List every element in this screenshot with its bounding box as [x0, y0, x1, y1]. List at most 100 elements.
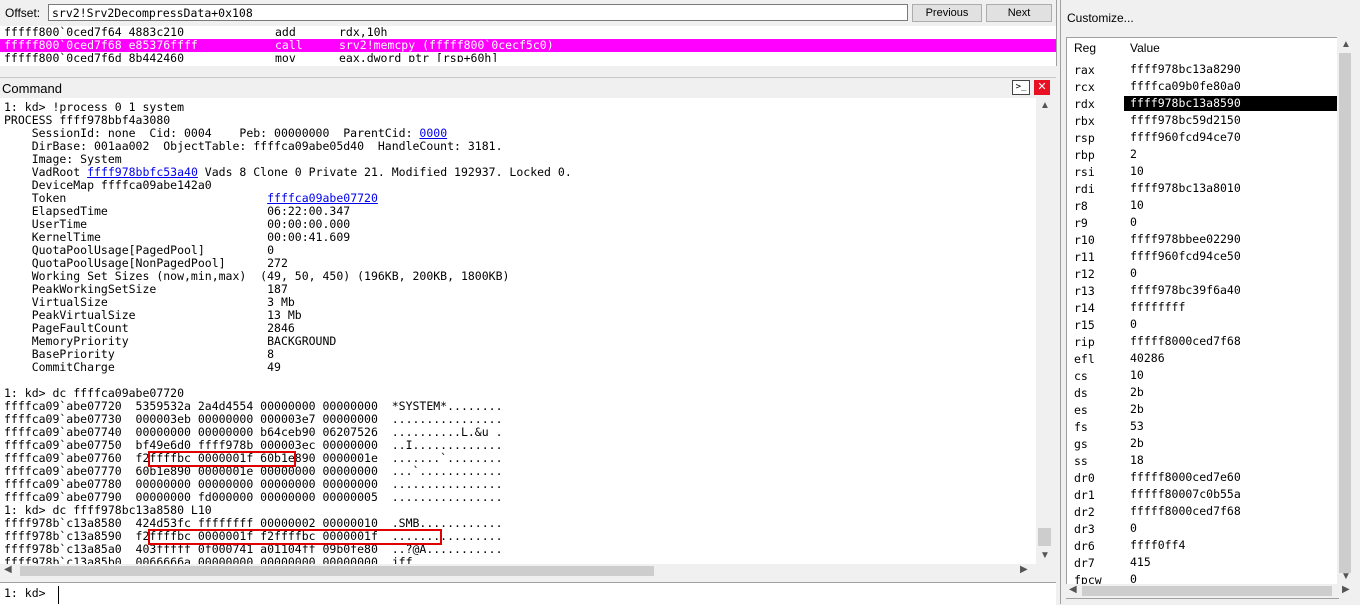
- register-row-dr0[interactable]: dr0 fffff8000ced7e60: [1067, 469, 1338, 486]
- register-row-rdi[interactable]: rdi ffff978bc13a8010: [1067, 180, 1338, 197]
- next-button[interactable]: Next: [986, 4, 1052, 22]
- scroll-down-icon[interactable]: ▼: [1040, 550, 1050, 561]
- scroll-thumb[interactable]: [20, 566, 654, 576]
- scroll-left-icon[interactable]: ◀: [1069, 584, 1077, 595]
- register-row-rcx[interactable]: rcx ffffca09b0fe80a0: [1067, 78, 1338, 95]
- register-row-rsp[interactable]: rsp ffff960fcd94ce70: [1067, 129, 1338, 146]
- registers-rows: rax ffff978bc13a8290 rcx ffffca09b0fe80a0 rd…: [1067, 61, 1338, 588]
- register-row-r11[interactable]: r11 ffff960fcd94ce50: [1067, 248, 1338, 265]
- register-row-rax[interactable]: rax ffff978bc13a8290: [1067, 61, 1338, 78]
- dml-link[interactable]: ffffca09abe07720: [267, 191, 378, 205]
- register-row-rdx[interactable]: rdx ffff978bc13a8590: [1067, 95, 1338, 112]
- register-value[interactable]: 10: [1124, 368, 1338, 383]
- scroll-down-icon[interactable]: ▼: [1341, 571, 1351, 582]
- register-value[interactable]: 53: [1124, 419, 1338, 434]
- register-value[interactable]: fffff8000ced7f68: [1124, 334, 1338, 349]
- instruction-mnemonic: mov: [275, 51, 296, 63]
- column-header-value[interactable]: Value: [1130, 41, 1160, 55]
- register-value[interactable]: fffff80007c0b55a: [1124, 487, 1338, 502]
- register-row-es[interactable]: es 2b: [1067, 401, 1338, 418]
- scroll-up-icon[interactable]: ▲: [1040, 100, 1050, 111]
- register-row-rsi[interactable]: rsi 10: [1067, 163, 1338, 180]
- command-window-icon[interactable]: >_: [1012, 80, 1030, 95]
- register-row-fs[interactable]: fs 53: [1067, 418, 1338, 435]
- register-row-dr2[interactable]: dr2 fffff8000ced7f68: [1067, 503, 1338, 520]
- register-value[interactable]: ffff960fcd94ce50: [1124, 249, 1338, 264]
- register-value[interactable]: 10: [1124, 198, 1338, 213]
- scroll-up-icon[interactable]: ▲: [1341, 39, 1351, 50]
- register-name: rip: [1074, 335, 1095, 349]
- dml-link[interactable]: ffff978bbfc53a40: [87, 165, 198, 179]
- register-value[interactable]: 2b: [1124, 436, 1338, 451]
- register-row-r9[interactable]: r9 0: [1067, 214, 1338, 231]
- register-row-r13[interactable]: r13 ffff978bc39f6a40: [1067, 282, 1338, 299]
- register-name: cs: [1074, 369, 1088, 383]
- register-row-r14[interactable]: r14 ffffffff: [1067, 299, 1338, 316]
- register-name: r13: [1074, 284, 1095, 298]
- scroll-thumb[interactable]: [1339, 53, 1351, 573]
- register-value[interactable]: 18: [1124, 453, 1338, 468]
- register-value[interactable]: ffffffff: [1124, 300, 1338, 315]
- register-row-r8[interactable]: r8 10: [1067, 197, 1338, 214]
- scroll-left-icon[interactable]: ◀: [4, 564, 12, 575]
- dml-link[interactable]: 0000: [419, 126, 447, 140]
- register-row-gs[interactable]: gs 2b: [1067, 435, 1338, 452]
- register-value[interactable]: 10: [1124, 164, 1338, 179]
- scroll-right-icon[interactable]: ▶: [1020, 564, 1028, 575]
- register-name: r11: [1074, 250, 1095, 264]
- register-name: ds: [1074, 386, 1088, 400]
- register-value[interactable]: ffff960fcd94ce70: [1124, 130, 1338, 145]
- register-value[interactable]: 0: [1124, 521, 1338, 536]
- register-value[interactable]: fffff8000ced7f68: [1124, 504, 1338, 519]
- register-value[interactable]: 0: [1124, 266, 1338, 281]
- register-row-ss[interactable]: ss 18: [1067, 452, 1338, 469]
- register-value[interactable]: 415: [1124, 555, 1338, 570]
- registers-vertical-scrollbar[interactable]: ▲ ▼: [1337, 37, 1354, 584]
- register-value[interactable]: 0: [1124, 215, 1338, 230]
- register-value[interactable]: ffffca09b0fe80a0: [1124, 79, 1338, 94]
- register-row-r12[interactable]: r12 0: [1067, 265, 1338, 282]
- register-value[interactable]: ffff978bc13a8010: [1124, 181, 1338, 196]
- register-row-dr1[interactable]: dr1 fffff80007c0b55a: [1067, 486, 1338, 503]
- scroll-thumb[interactable]: [1082, 586, 1332, 596]
- register-row-rip[interactable]: rip fffff8000ced7f68: [1067, 333, 1338, 350]
- command-prompt-bar: 1: kd>: [0, 582, 1056, 605]
- register-value[interactable]: 2b: [1124, 402, 1338, 417]
- register-name: rsp: [1074, 131, 1095, 145]
- command-vertical-scrollbar[interactable]: ▲ ▼: [1036, 98, 1053, 564]
- command-input[interactable]: [58, 586, 1053, 604]
- column-header-reg[interactable]: Reg: [1074, 41, 1096, 55]
- previous-button[interactable]: Previous: [912, 4, 982, 22]
- registers-horizontal-scrollbar[interactable]: ◀ ▶: [1066, 584, 1354, 598]
- register-row-r10[interactable]: r10 ffff978bbee02290: [1067, 231, 1338, 248]
- register-value[interactable]: ffff978bc39f6a40: [1124, 283, 1338, 298]
- scroll-thumb[interactable]: [1038, 528, 1051, 546]
- disassembly-line[interactable]: fffff800`0ced7f6d 8b442460 mov eax,dword p…: [0, 51, 1056, 63]
- offset-input[interactable]: srv2!Srv2DecompressData+0x108: [48, 4, 908, 21]
- register-value[interactable]: ffff978bbee02290: [1124, 232, 1338, 247]
- register-value[interactable]: 2: [1124, 147, 1338, 162]
- register-row-dr6[interactable]: dr6 ffff0ff4: [1067, 537, 1338, 554]
- register-value[interactable]: ffff978bc13a8290: [1124, 62, 1338, 77]
- register-row-efl[interactable]: efl 40286: [1067, 350, 1338, 367]
- register-row-cs[interactable]: cs 10: [1067, 367, 1338, 384]
- register-row-dr3[interactable]: dr3 0: [1067, 520, 1338, 537]
- register-value[interactable]: ffff978bc13a8590: [1124, 96, 1338, 111]
- close-icon[interactable]: ✕: [1034, 80, 1050, 95]
- register-name: ss: [1074, 454, 1088, 468]
- register-row-r15[interactable]: r15 0: [1067, 316, 1338, 333]
- register-row-dr7[interactable]: dr7 415: [1067, 554, 1338, 571]
- register-value[interactable]: 0: [1124, 317, 1338, 332]
- scroll-right-icon[interactable]: ▶: [1342, 584, 1350, 595]
- register-value[interactable]: ffff0ff4: [1124, 538, 1338, 553]
- register-row-ds[interactable]: ds 2b: [1067, 384, 1338, 401]
- register-value[interactable]: 2b: [1124, 385, 1338, 400]
- command-horizontal-scrollbar[interactable]: ◀ ▶: [0, 564, 1036, 578]
- register-row-rbp[interactable]: rbp 2: [1067, 146, 1338, 163]
- register-row-rbx[interactable]: rbx ffff978bc59d2150: [1067, 112, 1338, 129]
- register-value[interactable]: 40286: [1124, 351, 1338, 366]
- register-name: rdx: [1074, 97, 1095, 111]
- register-value[interactable]: fffff8000ced7e60: [1124, 470, 1338, 485]
- register-value[interactable]: ffff978bc59d2150: [1124, 113, 1338, 128]
- customize-link[interactable]: Customize...: [1067, 11, 1134, 25]
